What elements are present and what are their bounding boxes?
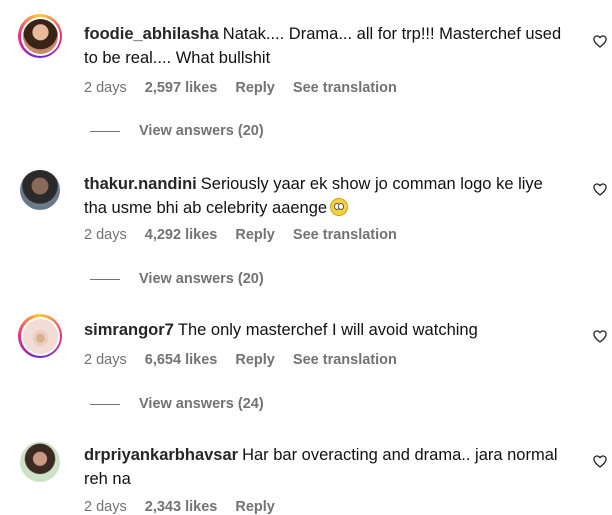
divider-line <box>90 278 120 280</box>
comment-text-block: simrangor7 The only masterchef I will avo… <box>84 318 564 342</box>
view-answers-button[interactable]: View answers (24) <box>90 396 264 412</box>
like-heart-icon[interactable] <box>593 183 607 196</box>
reply-button[interactable]: Reply <box>235 499 275 515</box>
comment-meta: 2 days 4,292 likes Reply See translation <box>84 227 411 243</box>
like-heart-icon[interactable] <box>593 330 607 343</box>
comment-time[interactable]: 2 days <box>84 80 127 96</box>
comment-meta: 2 days 2,597 likes Reply See translation <box>84 80 411 96</box>
view-answers-label: View answers (20) <box>139 123 264 139</box>
comment-time[interactable]: 2 days <box>84 352 127 368</box>
reply-button[interactable]: Reply <box>235 80 275 96</box>
comment-username[interactable]: drpriyankarbhavsar <box>84 446 238 464</box>
see-translation-button[interactable]: See translation <box>293 352 397 368</box>
comment-text-block: foodie_abhilasha Natak.... Drama... all f… <box>84 22 564 70</box>
avatar[interactable] <box>20 170 60 210</box>
view-answers-label: View answers (20) <box>139 271 264 287</box>
reply-button[interactable]: Reply <box>235 227 275 243</box>
divider-line <box>90 403 120 405</box>
comment-text-block: drpriyankarbhavsar Har bar overacting and… <box>84 443 564 491</box>
view-answers-button[interactable]: View answers (20) <box>90 123 264 139</box>
avatar[interactable] <box>18 14 62 58</box>
like-heart-icon[interactable] <box>593 455 607 468</box>
comment-text-block: thakur.nandini Seriously yaar ek show jo … <box>84 172 564 220</box>
comment-likes[interactable]: 2,343 likes <box>145 499 218 515</box>
rolling-eyes-emoji-icon <box>330 198 349 216</box>
comment-likes[interactable]: 6,654 likes <box>145 352 218 368</box>
comment-meta: 2 days 6,654 likes Reply See translation <box>84 352 411 368</box>
reply-button[interactable]: Reply <box>235 352 275 368</box>
avatar[interactable] <box>20 442 60 482</box>
see-translation-button[interactable]: See translation <box>293 227 397 243</box>
comment-username[interactable]: simrangor7 <box>84 321 174 339</box>
see-translation-button[interactable]: See translation <box>293 80 397 96</box>
comment-likes[interactable]: 4,292 likes <box>145 227 218 243</box>
comment-time[interactable]: 2 days <box>84 499 127 515</box>
comment-time[interactable]: 2 days <box>84 227 127 243</box>
avatar[interactable] <box>18 314 62 358</box>
comment-meta: 2 days 2,343 likes Reply <box>84 499 289 515</box>
view-answers-button[interactable]: View answers (20) <box>90 271 264 287</box>
comment-likes[interactable]: 2,597 likes <box>145 80 218 96</box>
like-heart-icon[interactable] <box>593 35 607 48</box>
divider-line <box>90 130 120 132</box>
comment-username[interactable]: foodie_abhilasha <box>84 25 219 43</box>
view-answers-label: View answers (24) <box>139 396 264 412</box>
comment-username[interactable]: thakur.nandini <box>84 175 197 193</box>
comment-text: The only masterchef I will avoid watchin… <box>177 321 478 339</box>
